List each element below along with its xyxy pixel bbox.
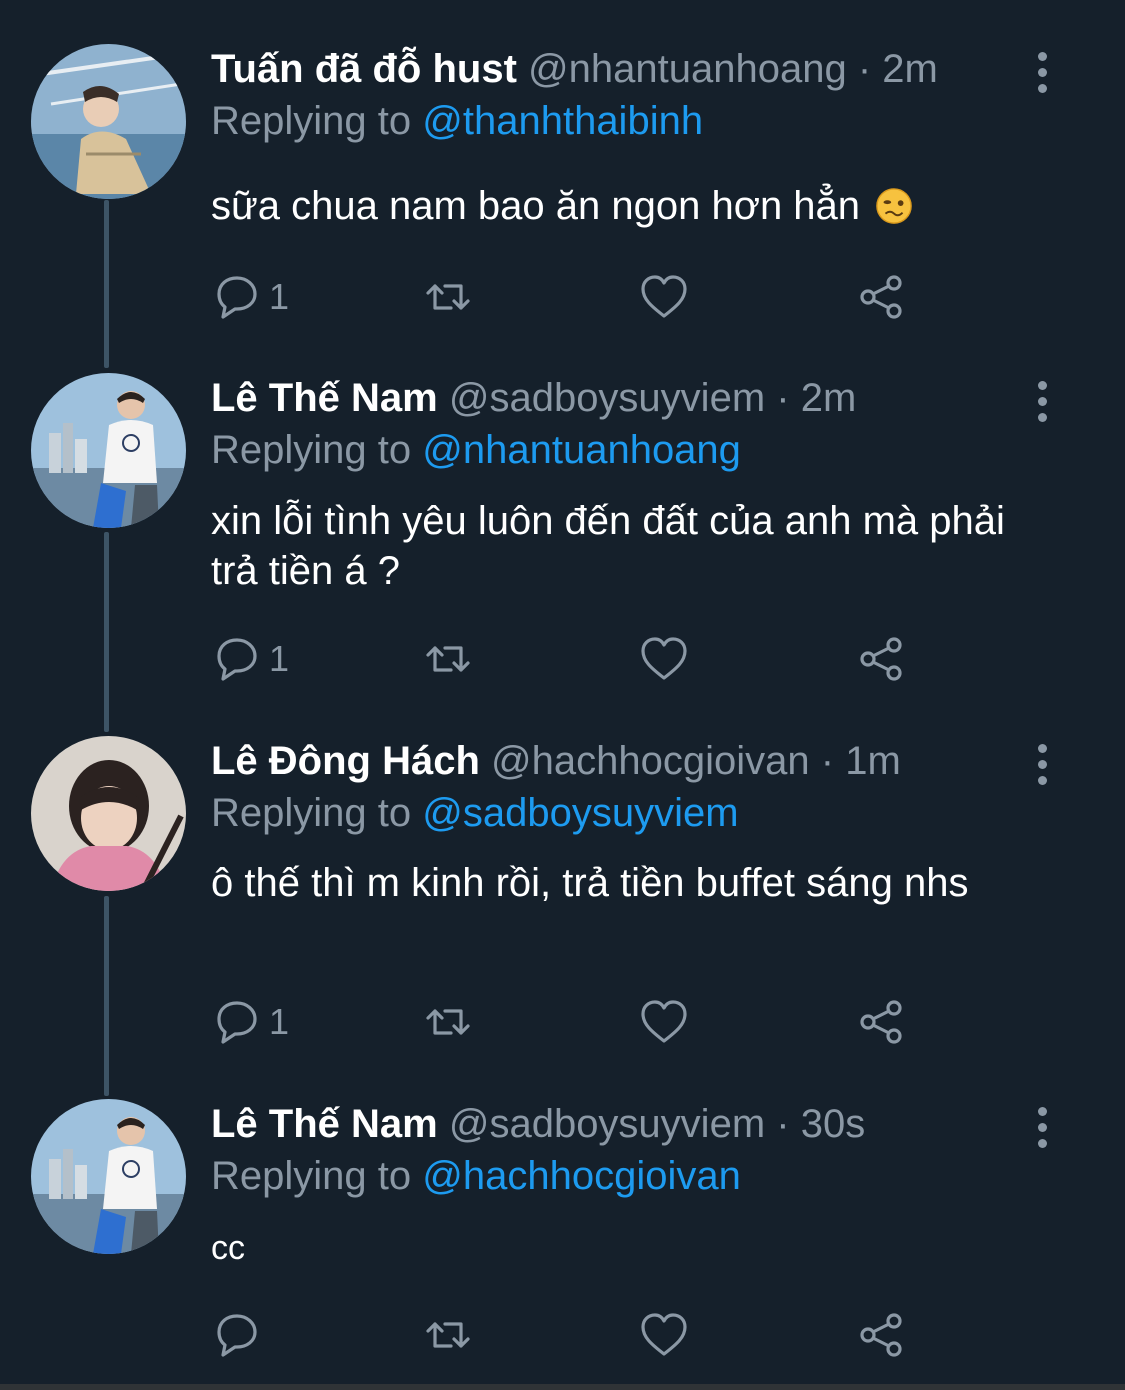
tweet-header: Lê Thế Nam @sadboysuyviem · 30s — [211, 1099, 865, 1149]
bottom-divider — [0, 1384, 1125, 1390]
retweet-button[interactable] — [423, 1310, 473, 1360]
timestamp[interactable]: 2m — [882, 47, 938, 91]
action-bar — [211, 1310, 931, 1360]
reply-icon — [217, 276, 257, 319]
reply-count: 1 — [269, 276, 290, 317]
retweet-icon — [426, 646, 470, 672]
separator: · — [820, 739, 835, 783]
mention-link[interactable]: @hachhocgioivan — [422, 1154, 741, 1198]
timestamp[interactable]: 2m — [801, 376, 857, 420]
avatar[interactable] — [31, 736, 186, 891]
like-button[interactable] — [639, 997, 689, 1047]
share-button[interactable] — [856, 634, 906, 684]
avatar-photo — [31, 1099, 186, 1254]
handle[interactable]: @sadboysuyviem — [449, 376, 765, 420]
avatar[interactable] — [31, 373, 186, 528]
handle[interactable]: @hachhocgioivan — [491, 739, 810, 783]
more-icon[interactable] — [1030, 1107, 1054, 1157]
mention-link[interactable]: @sadboysuyviem — [422, 791, 738, 835]
display-name[interactable]: Lê Đông Hách — [211, 739, 480, 783]
action-bar: 1 — [211, 634, 931, 684]
like-button[interactable] — [639, 272, 689, 322]
replying-to: Replying to @hachhocgioivan — [211, 1151, 741, 1201]
handle[interactable]: @nhantuanhoang — [528, 47, 847, 91]
reply-count: 1 — [269, 638, 290, 679]
replying-to-label: Replying to — [211, 99, 412, 143]
timestamp[interactable]: 30s — [801, 1102, 866, 1146]
avatar-photo — [31, 373, 186, 528]
share-icon — [860, 637, 902, 681]
more-icon[interactable] — [1030, 52, 1054, 102]
retweet-button[interactable] — [423, 634, 473, 684]
reply-button[interactable]: 1 — [211, 634, 289, 684]
mention-link[interactable]: @nhantuanhoang — [422, 428, 741, 472]
reply-button[interactable] — [211, 1310, 269, 1360]
replying-to: Replying to @nhantuanhoang — [211, 425, 741, 475]
reply-button[interactable]: 1 — [211, 997, 289, 1047]
separator: · — [776, 1102, 790, 1146]
avatar[interactable] — [31, 44, 186, 199]
replying-to: Replying to @thanhthaibinh — [211, 96, 703, 146]
more-icon[interactable] — [1030, 744, 1054, 794]
replying-to-label: Replying to — [211, 428, 412, 472]
replying-to: Replying to @sadboysuyviem — [211, 788, 739, 838]
like-icon — [641, 637, 687, 680]
avatar-photo — [31, 736, 186, 891]
display-name[interactable]: Lê Thế Nam — [211, 376, 438, 420]
reply-icon — [217, 638, 257, 681]
more-icon[interactable] — [1030, 381, 1054, 431]
like-button[interactable] — [639, 1310, 689, 1360]
retweet-icon — [426, 1322, 470, 1348]
replying-to-label: Replying to — [211, 791, 412, 835]
tweet-header: Tuấn đã đỗ hust @nhantuanhoang · 2m — [211, 44, 938, 94]
tweet-text-content: sữa chua nam bao ăn ngon hơn hẳn — [211, 184, 861, 228]
timestamp[interactable]: 1m — [845, 739, 901, 783]
tweet-text: sữa chua nam bao ăn ngon hơn hẳn — [211, 181, 1031, 231]
retweet-button[interactable] — [423, 272, 473, 322]
reply-icon — [217, 1314, 257, 1357]
handle[interactable]: @sadboysuyviem — [449, 1102, 765, 1146]
action-bar: 1 — [211, 997, 931, 1047]
replying-to-label: Replying to — [211, 1154, 412, 1198]
share-button[interactable] — [856, 997, 906, 1047]
display-name[interactable]: Lê Thế Nam — [211, 1102, 438, 1146]
share-button[interactable] — [856, 1310, 906, 1360]
avatar-photo — [31, 44, 186, 199]
tweet-text: xin lỗi tình yêu luôn đến đất của anh mà… — [211, 499, 1005, 593]
retweet-button[interactable] — [423, 997, 473, 1047]
share-icon — [860, 275, 902, 319]
thread-line — [104, 200, 109, 368]
thread-line — [104, 532, 109, 732]
mention-link[interactable]: @thanhthaibinh — [422, 99, 703, 143]
retweet-icon — [426, 284, 470, 310]
like-icon — [641, 1313, 687, 1356]
separator: · — [776, 376, 790, 420]
retweet-icon — [426, 1009, 470, 1035]
tweet-header: Lê Đông Hách @hachhocgioivan · 1m — [211, 736, 901, 786]
display-name[interactable]: Tuấn đã đỗ hust — [211, 47, 517, 91]
like-icon — [641, 275, 687, 318]
avatar[interactable] — [31, 1099, 186, 1254]
action-bar: 1 — [211, 272, 931, 322]
reply-icon — [217, 1001, 257, 1044]
tweet-text: cc — [211, 1229, 245, 1267]
like-icon — [641, 1000, 687, 1043]
reply-button[interactable]: 1 — [211, 272, 289, 322]
share-icon — [860, 1313, 902, 1357]
share-button[interactable] — [856, 272, 906, 322]
tweet-text: ô thế thì m kinh rồi, trả tiền buffet sá… — [211, 861, 969, 905]
share-icon — [860, 1000, 902, 1044]
woozy-face-icon — [876, 188, 912, 224]
thread-line — [104, 896, 109, 1096]
separator: · — [857, 47, 872, 91]
reply-count: 1 — [269, 1001, 290, 1042]
tweet-header: Lê Thế Nam @sadboysuyviem · 2m — [211, 373, 856, 423]
like-button[interactable] — [639, 634, 689, 684]
